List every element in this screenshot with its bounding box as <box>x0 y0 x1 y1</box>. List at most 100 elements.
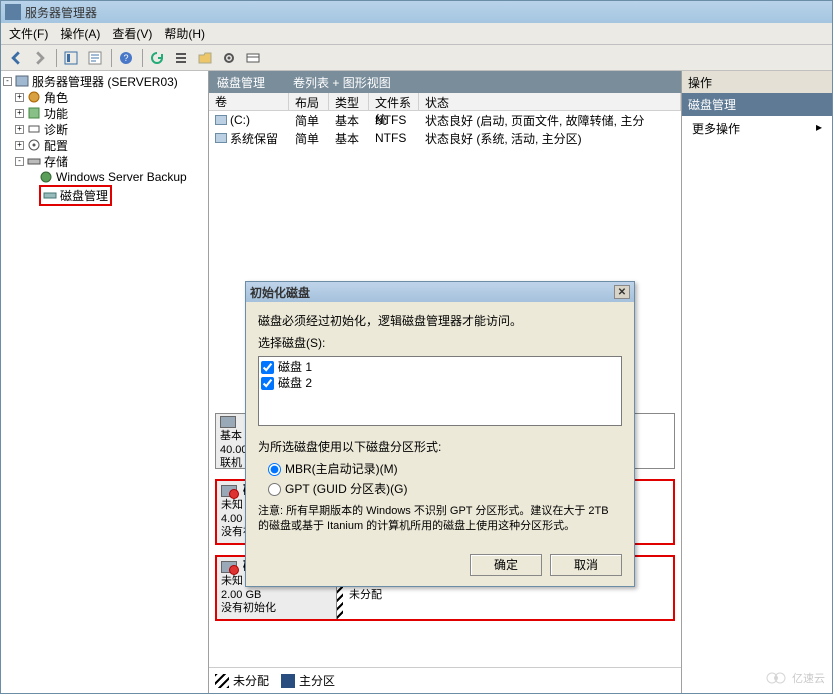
refresh-icon[interactable] <box>146 47 168 69</box>
tree-root[interactable]: - 服务器管理器 (SERVER03) <box>3 73 206 89</box>
disk-init: 没有初始化 <box>221 602 332 616</box>
scope-button[interactable] <box>60 47 82 69</box>
list-item-label: 磁盘 2 <box>278 374 312 392</box>
gpt-radio[interactable] <box>268 483 281 496</box>
close-icon[interactable]: ✕ <box>614 285 630 299</box>
tree-diagnostics[interactable]: + 诊断 <box>3 121 206 137</box>
basic-label: 基本 <box>220 430 247 444</box>
menu-help[interactable]: 帮助(H) <box>158 23 211 44</box>
disk-graphical-area: 基本 40.00 联机 磁盘 1 未知 4.00 GB 没有初始化 <box>209 147 681 667</box>
tree-label: 诊断 <box>44 121 68 138</box>
highlighted-node: 磁盘管理 <box>39 185 112 206</box>
legend-unalloc-label: 未分配 <box>233 672 269 689</box>
volume-icon <box>215 133 227 143</box>
app-icon <box>5 4 21 20</box>
gpt-option[interactable]: GPT (GUID 分区表)(G) <box>268 480 622 498</box>
tree-config[interactable]: + 配置 <box>3 137 206 153</box>
cell: 状态良好 (启动, 页面文件, 故障转储, 主分 <box>419 112 681 129</box>
tree-label: 配置 <box>44 137 68 154</box>
nav-back-button[interactable] <box>5 47 27 69</box>
cell: 系统保留 <box>230 130 278 147</box>
tree-root-label: 服务器管理器 (SERVER03) <box>32 73 178 90</box>
cell: 简单 <box>289 112 329 129</box>
table-row[interactable]: (C:) 简单 基本 NTFS 状态良好 (启动, 页面文件, 故障转储, 主分 <box>209 111 681 129</box>
view-icon[interactable] <box>242 47 264 69</box>
initialize-disk-dialog: 初始化磁盘 ✕ 磁盘必须经过初始化，逻辑磁盘管理器才能访问。 选择磁盘(S): … <box>245 281 635 587</box>
cell: NTFS <box>369 131 419 145</box>
dialog-note: 注意: 所有早期版本的 Windows 不识别 GPT 分区形式。建议在大于 2… <box>258 504 622 534</box>
tree-roles[interactable]: + 角色 <box>3 89 206 105</box>
table-row[interactable]: 系统保留 简单 基本 NTFS 状态良好 (系统, 活动, 主分区) <box>209 129 681 147</box>
grid-header: 卷 布局 类型 文件系统 状态 <box>209 93 681 111</box>
tree-disk-mgmt[interactable]: 磁盘管理 <box>3 187 206 203</box>
nav-forward-button[interactable] <box>29 47 51 69</box>
more-actions-item[interactable]: 更多操作 ▸ <box>682 116 832 141</box>
center-panel: 磁盘管理 卷列表 + 图形视图 卷 布局 类型 文件系统 状态 (C:) 简单 … <box>209 71 682 693</box>
center-subtitle: 卷列表 + 图形视图 <box>293 74 391 91</box>
more-actions-label: 更多操作 <box>692 122 740 136</box>
watermark-text: 亿速云 <box>792 670 825 686</box>
disk-icon <box>221 561 237 573</box>
legend: 未分配 主分区 <box>209 667 681 693</box>
tree-label: 角色 <box>44 89 68 106</box>
titlebar: 服务器管理器 <box>1 1 832 23</box>
tree-features[interactable]: + 功能 <box>3 105 206 121</box>
tree-label: 存储 <box>44 153 68 170</box>
dialog-titlebar[interactable]: 初始化磁盘 ✕ <box>246 282 634 302</box>
properties-button[interactable] <box>84 47 106 69</box>
part-state: 未分配 <box>349 589 667 603</box>
toolbar-divider-3 <box>142 49 143 67</box>
menu-action[interactable]: 操作(A) <box>54 23 106 44</box>
tree-wsb[interactable]: Windows Server Backup <box>3 169 206 185</box>
cell: NTFS <box>369 113 419 127</box>
disk1-checkbox[interactable] <box>261 361 274 374</box>
server-icon <box>15 74 29 88</box>
chevron-right-icon: ▸ <box>816 120 822 134</box>
disk-listbox[interactable]: 磁盘 1 磁盘 2 <box>258 356 622 426</box>
center-title: 磁盘管理 <box>217 74 265 91</box>
center-header: 磁盘管理 卷列表 + 图形视图 <box>209 71 681 93</box>
tree-label: Windows Server Backup <box>56 170 187 184</box>
menu-file[interactable]: 文件(F) <box>3 23 54 44</box>
collapse-icon[interactable]: - <box>15 157 24 166</box>
watermark: 亿速云 <box>765 670 825 686</box>
expand-icon[interactable]: + <box>15 93 24 102</box>
toolbar-divider-2 <box>111 49 112 67</box>
open-icon[interactable] <box>194 47 216 69</box>
roles-icon <box>27 90 41 104</box>
disk-icon <box>221 485 237 497</box>
expand-icon[interactable]: + <box>15 141 24 150</box>
expand-icon[interactable]: + <box>15 109 24 118</box>
list-item[interactable]: 磁盘 1 <box>261 359 619 375</box>
expand-icon[interactable]: + <box>15 125 24 134</box>
ok-button[interactable]: 确定 <box>470 554 542 576</box>
cell: 基本 <box>329 130 369 147</box>
tree-storage[interactable]: - 存储 <box>3 153 206 169</box>
col-layout[interactable]: 布局 <box>289 93 329 110</box>
col-fs[interactable]: 文件系统 <box>369 93 419 110</box>
col-vol[interactable]: 卷 <box>209 93 289 110</box>
select-disks-label: 选择磁盘(S): <box>258 334 622 352</box>
mbr-radio[interactable] <box>268 463 281 476</box>
legend-primary-swatch <box>281 674 295 688</box>
disk2-checkbox[interactable] <box>261 377 274 390</box>
legend-primary-label: 主分区 <box>299 672 335 689</box>
list-item[interactable]: 磁盘 2 <box>261 375 619 391</box>
toolbar: ? <box>1 45 832 71</box>
collapse-icon[interactable]: - <box>3 77 12 86</box>
settings-icon[interactable] <box>218 47 240 69</box>
features-icon <box>27 106 41 120</box>
cell: 简单 <box>289 130 329 147</box>
list-icon[interactable] <box>170 47 192 69</box>
col-type[interactable]: 类型 <box>329 93 369 110</box>
help-icon[interactable]: ? <box>115 47 137 69</box>
cancel-button[interactable]: 取消 <box>550 554 622 576</box>
col-status[interactable]: 状态 <box>419 93 681 110</box>
menu-view[interactable]: 查看(V) <box>106 23 158 44</box>
diagnostics-icon <box>27 122 41 136</box>
dialog-title: 初始化磁盘 <box>250 284 310 301</box>
mbr-option[interactable]: MBR(主启动记录)(M) <box>268 460 622 478</box>
config-icon <box>27 138 41 152</box>
tree-panel: - 服务器管理器 (SERVER03) + 角色 + 功能 + 诊断 + <box>1 71 209 693</box>
actions-header: 操作 <box>682 71 832 93</box>
